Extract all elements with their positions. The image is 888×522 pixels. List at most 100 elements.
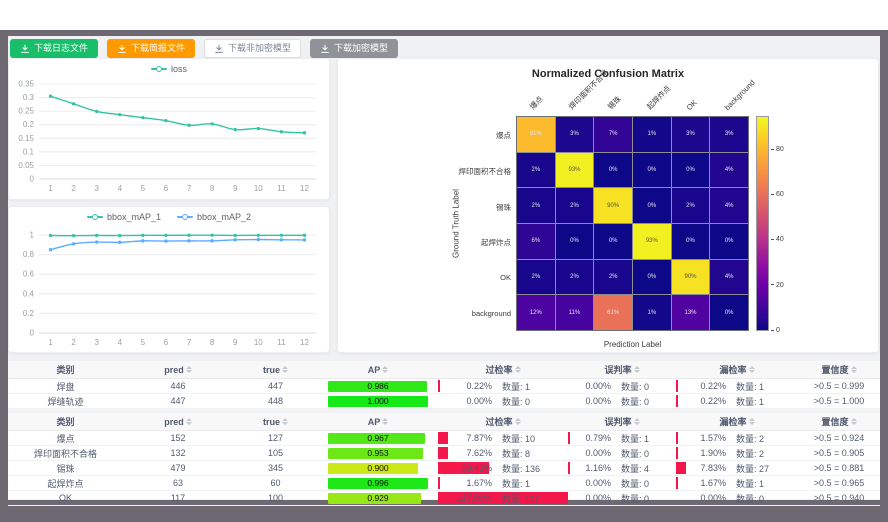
svg-text:3: 3	[94, 184, 99, 193]
metric-percent: 0.00%	[686, 493, 726, 503]
sort-caret-icon	[851, 418, 857, 425]
download-encrypted-model-button[interactable]: 下载加密模型	[310, 39, 398, 58]
column-header-true[interactable]: true	[233, 413, 318, 431]
column-header-置信度[interactable]: 置信度	[798, 413, 880, 431]
metric-text: 0.22% 数量: 1	[676, 380, 798, 393]
loss-line-chart: 00.050.10.150.20.250.30.3512345678910111…	[9, 79, 329, 195]
matrix-row-label: 起焊炸点	[338, 237, 511, 248]
metric-text: 0.00%数量: 0	[568, 477, 676, 490]
column-header-过检率[interactable]: 过检率	[438, 361, 568, 379]
column-header-漏检率[interactable]: 漏检率	[676, 413, 798, 431]
metric-percent: 7.62%	[452, 448, 492, 458]
metric-bar-cell: 0.00%数量: 0	[568, 492, 676, 505]
matrix-cell: 0%	[710, 295, 748, 330]
metric-bar-cell: 0.00%数量: 0	[568, 447, 676, 460]
legend-item-loss[interactable]: loss	[151, 64, 187, 74]
legend-item-bbox_mAP_1[interactable]: bbox_mAP_1	[87, 212, 161, 222]
matrix-cell: 4%	[710, 188, 748, 223]
metric-text: 7.83% 数量: 27	[676, 462, 798, 475]
top-strip	[0, 0, 888, 30]
metric-count: 数量: 27	[736, 462, 788, 475]
column-header-误判率[interactable]: 误判率	[568, 413, 676, 431]
column-header-content: pred	[123, 417, 233, 427]
sort-caret-icon	[749, 366, 755, 373]
svg-text:6: 6	[164, 184, 169, 193]
cell-ap: 0.967	[318, 431, 438, 446]
column-header-AP[interactable]: AP	[318, 361, 438, 379]
cell-metric: 39.42%数量: 136	[438, 461, 568, 476]
column-header-置信度[interactable]: 置信度	[798, 361, 880, 379]
matrix-cell: 2%	[556, 260, 594, 295]
download-log-button[interactable]: 下载日志文件	[10, 39, 98, 58]
cell-ap: 1.000	[318, 394, 438, 409]
column-header-true[interactable]: true	[233, 361, 318, 379]
matrix-cell: 2%	[517, 260, 555, 295]
column-header-label: 类别	[56, 415, 74, 428]
metric-count: 数量: 136	[502, 462, 554, 475]
cell-metric: 117.00%数量: 117	[438, 491, 568, 506]
matrix-cell: 3%	[672, 117, 710, 152]
metric-text: 0.00%数量: 0	[676, 492, 798, 505]
matrix-cell: 0%	[672, 224, 710, 259]
svg-text:10: 10	[254, 338, 263, 347]
metric-percent: 7.83%	[686, 463, 726, 473]
column-header-content: 类别	[8, 415, 123, 428]
ap-bar-track: 0.900	[328, 463, 428, 474]
cell-class: 锡珠	[8, 461, 123, 476]
column-header-label: 置信度	[821, 363, 848, 376]
column-header-content: 过检率	[438, 363, 568, 376]
svg-text:6: 6	[164, 338, 169, 347]
svg-text:0: 0	[30, 329, 35, 338]
ap-bar-track: 0.996	[328, 478, 428, 489]
metric-text: 0.00%数量: 0	[568, 395, 676, 408]
metric-bar-cell: 0.00%数量: 0	[568, 380, 676, 393]
outer-frame: 下载日志文件 下载简报文件 下载非加密模型 下载加密模型 loss 00.050…	[0, 30, 888, 522]
column-header-label: AP	[368, 365, 381, 375]
colorbar-tick: 40	[771, 236, 784, 243]
metric-count: 数量: 0	[502, 395, 554, 408]
legend-item-bbox_mAP_2[interactable]: bbox_mAP_2	[177, 212, 251, 222]
download-unencrypted-model-button[interactable]: 下载非加密模型	[204, 39, 301, 58]
column-header-漏检率[interactable]: 漏检率	[676, 361, 798, 379]
map-chart-legend: bbox_mAP_1 bbox_mAP_2	[9, 212, 329, 222]
metric-percent: 0.22%	[686, 381, 726, 391]
column-header-label: 误判率	[604, 363, 631, 376]
matrix-cell: 7%	[594, 117, 632, 152]
column-header-pred[interactable]: pred	[123, 361, 233, 379]
metric-count: 数量: 1	[736, 380, 788, 393]
matrix-cell: 81%	[517, 117, 555, 152]
column-header-content: 漏检率	[676, 363, 798, 376]
cell-confidence: >0.5 = 0.924	[798, 431, 880, 446]
column-header-label: AP	[368, 417, 381, 427]
legend-label: bbox_mAP_2	[197, 212, 251, 222]
cell-ap: 0.900	[318, 461, 438, 476]
cell-metric: 0.22%数量: 1	[438, 379, 568, 394]
column-header-过检率[interactable]: 过检率	[438, 413, 568, 431]
column-header-label: 过检率	[485, 415, 512, 428]
cell-metric: 0.79%数量: 1	[568, 431, 676, 446]
column-header-pred[interactable]: pred	[123, 413, 233, 431]
matrix-col-label: background	[723, 78, 757, 112]
metric-text: 1.57%数量: 2	[676, 432, 798, 445]
button-label: 下载加密模型	[334, 43, 388, 54]
cell-pred: 63	[123, 476, 233, 491]
svg-text:4: 4	[118, 338, 123, 347]
cell-true: 127	[233, 431, 318, 446]
sort-caret-icon	[186, 366, 192, 373]
column-header-误判率[interactable]: 误判率	[568, 361, 676, 379]
download-icon	[20, 44, 30, 54]
column-header-label: 漏检率	[719, 363, 746, 376]
colorbar-tick: 0	[771, 327, 780, 334]
metric-percent: 0.79%	[571, 433, 611, 443]
svg-text:0.15: 0.15	[18, 134, 34, 143]
cell-metric: 0.00%数量: 0	[568, 491, 676, 506]
matrix-row-label: 焊印面积不合格	[338, 166, 511, 177]
series-line-loss	[51, 96, 305, 133]
matrix-cell: 12%	[517, 295, 555, 330]
column-header-content: 误判率	[568, 363, 676, 376]
column-header-label: 类别	[56, 363, 74, 376]
sort-caret-icon	[186, 418, 192, 425]
download-report-button[interactable]: 下载简报文件	[107, 39, 195, 58]
download-icon	[214, 44, 224, 54]
column-header-AP[interactable]: AP	[318, 413, 438, 431]
